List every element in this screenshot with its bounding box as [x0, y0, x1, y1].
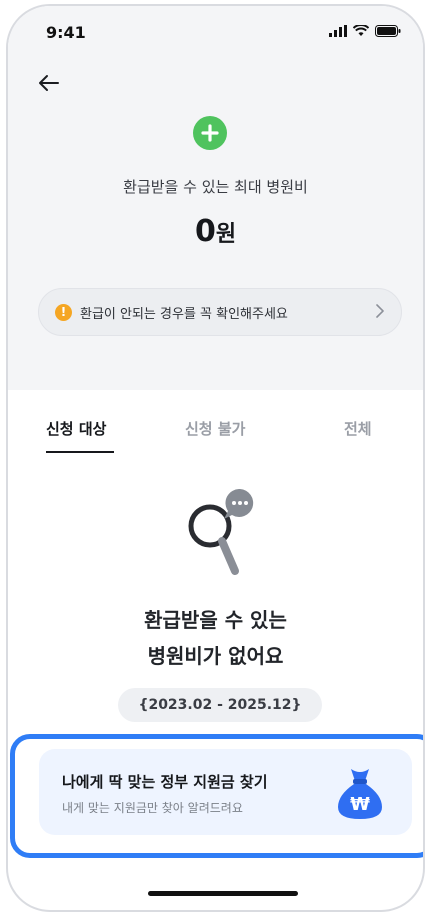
government-subsidy-card[interactable]: 나에게 딱 맞는 정부 지원금 찾기 내게 맞는 지원금만 찾아 알려드려요 ₩	[39, 749, 412, 835]
tab-bar: 신청 대상 신청 불가 전체	[8, 406, 423, 458]
amount-unit: 원	[215, 222, 237, 247]
amount-value: 0	[194, 214, 216, 249]
promo-subtitle: 내게 맞는 지원금만 찾아 알려드려요	[62, 801, 243, 815]
wifi-icon	[353, 25, 369, 36]
empty-state-line2: 병원비가 없어요	[147, 644, 284, 668]
phone-screen: 9:41 환급받을 수 있는 최대 병원비 0원 ! 환급이 안되는 경우를 꼭…	[6, 4, 425, 912]
plus-glyph-icon	[201, 124, 219, 142]
empty-state-line1: 환급받을 수 있는	[144, 608, 287, 632]
status-time: 9:41	[46, 23, 86, 42]
max-refund-label: 환급받을 수 있는 최대 병원비	[123, 178, 308, 196]
promo-title: 나에게 딱 맞는 정부 지원금 찾기	[62, 773, 268, 791]
empty-state-message: 환급받을 수 있는 병원비가 없어요	[8, 602, 423, 674]
money-bag-icon: ₩	[338, 769, 382, 819]
won-symbol: ₩	[350, 794, 370, 815]
back-button[interactable]	[34, 68, 64, 98]
status-icons	[329, 25, 401, 37]
tab-all[interactable]: 전체	[344, 418, 372, 439]
refund-notice-button[interactable]: ! 환급이 안되는 경우를 꼭 확인해주세요	[38, 288, 402, 336]
tab-ineligible[interactable]: 신청 불가	[185, 418, 245, 439]
chevron-right-icon	[375, 303, 385, 322]
active-tab-indicator	[46, 451, 114, 453]
max-refund-amount: 0원	[8, 214, 423, 249]
back-arrow-icon	[39, 75, 59, 91]
signal-icon	[329, 25, 347, 37]
notice-text: 환급이 안되는 경우를 꼭 확인해주세요	[80, 306, 288, 322]
warning-icon: !	[55, 303, 72, 321]
home-indicator	[148, 891, 298, 896]
plus-icon	[193, 116, 227, 150]
tab-eligible[interactable]: 신청 대상	[46, 418, 106, 439]
battery-icon	[375, 25, 401, 37]
search-chat-icon	[188, 489, 254, 575]
period-chip: {2023.02 - 2025.12}	[118, 688, 322, 722]
